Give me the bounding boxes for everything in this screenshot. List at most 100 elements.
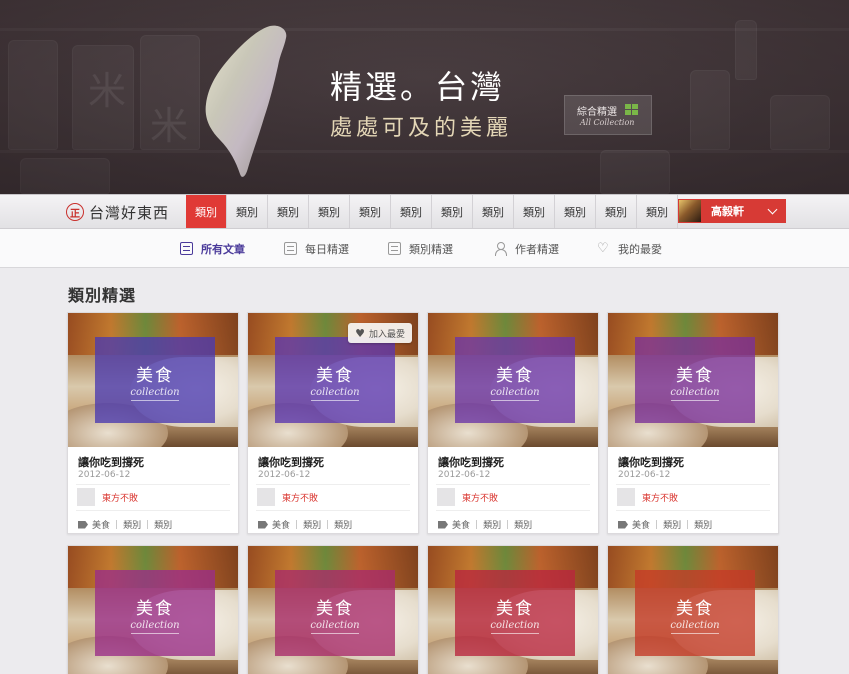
article-card[interactable]: 美食 collection 讓你吃到撐死 2012-06-12 東方不敗 美食 |… bbox=[427, 312, 599, 534]
nav-item-category[interactable]: 類別 bbox=[268, 195, 309, 228]
tag-link[interactable]: 類別 bbox=[123, 518, 141, 531]
tag-link[interactable]: 美食 bbox=[272, 518, 290, 531]
card-photo[interactable]: 美食 collection bbox=[608, 313, 778, 447]
article-card[interactable]: 美食 collection bbox=[247, 545, 419, 674]
category-subtitle: collection bbox=[310, 620, 360, 631]
card-date: 2012-06-12 bbox=[438, 470, 491, 480]
card-photo[interactable]: 美食 collection bbox=[428, 546, 598, 674]
section-title: 類別精選 bbox=[68, 286, 137, 305]
article-card[interactable]: 美食 collection bbox=[67, 545, 239, 674]
article-card[interactable]: 美食 collection ♥ 加入最愛 讓你吃到撐死 2012-06-12 東方… bbox=[247, 312, 419, 534]
document-icon bbox=[388, 242, 401, 255]
author-name[interactable]: 東方不敗 bbox=[462, 491, 498, 504]
nav-item-category[interactable]: 類別 bbox=[186, 195, 227, 228]
sub-navbar: 所有文章 每日精選 類別精選 作者精選 ♡ 我的最愛 bbox=[0, 229, 849, 268]
user-icon bbox=[494, 242, 507, 256]
author-avatar[interactable] bbox=[77, 488, 95, 506]
user-name: 高毅軒 bbox=[711, 205, 744, 218]
category-subtitle: collection bbox=[130, 387, 180, 398]
subnav-item-label: 作者精選 bbox=[515, 242, 559, 256]
article-card[interactable]: 美食 collection 讓你吃到撐死 2012-06-12 東方不敗 美食 |… bbox=[67, 312, 239, 534]
all-collection-sub: All Collection bbox=[580, 118, 635, 127]
author-avatar[interactable] bbox=[617, 488, 635, 506]
tag-link[interactable]: 美食 bbox=[92, 518, 110, 531]
card-title[interactable]: 讓你吃到撐死 bbox=[438, 454, 504, 470]
card-title[interactable]: 讓你吃到撐死 bbox=[258, 454, 324, 470]
tag-link[interactable]: 美食 bbox=[632, 518, 650, 531]
category-title: 美食 bbox=[496, 599, 534, 619]
nav-item-category[interactable]: 類別 bbox=[473, 195, 514, 228]
all-collection-button[interactable]: 綜合精選 All Collection bbox=[564, 95, 652, 135]
nav-item-category[interactable]: 類別 bbox=[555, 195, 596, 228]
category-title: 美食 bbox=[316, 599, 354, 619]
article-card[interactable]: 美食 collection bbox=[607, 545, 779, 674]
category-subtitle: collection bbox=[670, 620, 720, 631]
tag-link[interactable]: 類別 bbox=[694, 518, 712, 531]
nav-item-category[interactable]: 類別 bbox=[309, 195, 350, 228]
card-photo[interactable]: 美食 collection bbox=[248, 546, 418, 674]
card-title[interactable]: 讓你吃到撐死 bbox=[618, 454, 684, 470]
author-avatar[interactable] bbox=[437, 488, 455, 506]
nav-item-category[interactable]: 類別 bbox=[637, 195, 678, 228]
card-date: 2012-06-12 bbox=[618, 470, 671, 480]
author-name[interactable]: 東方不敗 bbox=[102, 491, 138, 504]
document-icon bbox=[180, 242, 193, 255]
card-tags: 美食 | 類別 | 類別 bbox=[258, 518, 352, 531]
article-card[interactable]: 美食 collection 讓你吃到撐死 2012-06-12 東方不敗 美食 |… bbox=[607, 312, 779, 534]
tag-link[interactable]: 類別 bbox=[303, 518, 321, 531]
card-photo[interactable]: 美食 collection bbox=[68, 546, 238, 674]
nav-item-category[interactable]: 類別 bbox=[432, 195, 473, 228]
article-card[interactable]: 美食 collection bbox=[427, 545, 599, 674]
tag-link[interactable]: 類別 bbox=[483, 518, 501, 531]
tag-icon bbox=[258, 520, 268, 529]
subnav-item-label: 每日精選 bbox=[305, 242, 349, 256]
subnav-item[interactable]: 類別精選 bbox=[388, 229, 453, 268]
category-title: 美食 bbox=[676, 366, 714, 386]
subnav-item[interactable]: 每日精選 bbox=[284, 229, 349, 268]
subnav-item[interactable]: ♡ 我的最愛 bbox=[597, 229, 662, 268]
card-photo[interactable]: 美食 collection bbox=[608, 546, 778, 674]
category-title: 美食 bbox=[496, 366, 534, 386]
tag-link[interactable]: 類別 bbox=[663, 518, 681, 531]
category-title: 美食 bbox=[136, 599, 174, 619]
card-photo[interactable]: 美食 collection bbox=[68, 313, 238, 447]
subnav-item[interactable]: 作者精選 bbox=[494, 229, 559, 268]
add-favorite-button[interactable]: ♥ 加入最愛 bbox=[348, 323, 412, 343]
category-title: 美食 bbox=[136, 366, 174, 386]
all-collection-label: 綜合精選 bbox=[577, 107, 617, 118]
card-photo[interactable]: 美食 collection bbox=[428, 313, 598, 447]
card-photo[interactable]: 美食 collection ♥ 加入最愛 bbox=[248, 313, 418, 447]
tag-link[interactable]: 類別 bbox=[334, 518, 352, 531]
heart-icon: ♡ bbox=[597, 241, 609, 256]
tag-icon bbox=[618, 520, 628, 529]
nav-item-category[interactable]: 類別 bbox=[350, 195, 391, 228]
nav-item-category[interactable]: 類別 bbox=[596, 195, 637, 228]
card-tags: 美食 | 類別 | 類別 bbox=[438, 518, 532, 531]
nav-item-category[interactable]: 類別 bbox=[227, 195, 268, 228]
tag-link[interactable]: 類別 bbox=[154, 518, 172, 531]
nav-item-category[interactable]: 類別 bbox=[514, 195, 555, 228]
hero-title: 精選。台灣 bbox=[330, 68, 506, 106]
hero-subtitle: 處處可及的美麗 bbox=[330, 116, 513, 141]
user-menu[interactable]: 高毅軒 bbox=[678, 199, 786, 223]
card-tags: 美食 | 類別 | 類別 bbox=[618, 518, 712, 531]
category-subtitle: collection bbox=[130, 620, 180, 631]
author-avatar[interactable] bbox=[257, 488, 275, 506]
author-name[interactable]: 東方不敗 bbox=[642, 491, 678, 504]
category-subtitle: collection bbox=[310, 387, 360, 398]
category-subtitle: collection bbox=[490, 620, 540, 631]
logo-text: 台灣好東西 bbox=[89, 203, 170, 222]
category-title: 美食 bbox=[316, 366, 354, 386]
nav-item-category[interactable]: 類別 bbox=[391, 195, 432, 228]
subnav-item[interactable]: 所有文章 bbox=[180, 229, 245, 268]
card-title[interactable]: 讓你吃到撐死 bbox=[78, 454, 144, 470]
card-tags: 美食 | 類別 | 類別 bbox=[78, 518, 172, 531]
tag-link[interactable]: 類別 bbox=[514, 518, 532, 531]
tag-icon bbox=[438, 520, 448, 529]
logo-mark-icon: 正 bbox=[66, 203, 84, 221]
author-name[interactable]: 東方不敗 bbox=[282, 491, 318, 504]
site-logo[interactable]: 正 台灣好東西 bbox=[66, 202, 169, 222]
subnav-item-label: 我的最愛 bbox=[618, 242, 662, 256]
tag-link[interactable]: 美食 bbox=[452, 518, 470, 531]
subnav-item-label: 所有文章 bbox=[201, 242, 245, 256]
